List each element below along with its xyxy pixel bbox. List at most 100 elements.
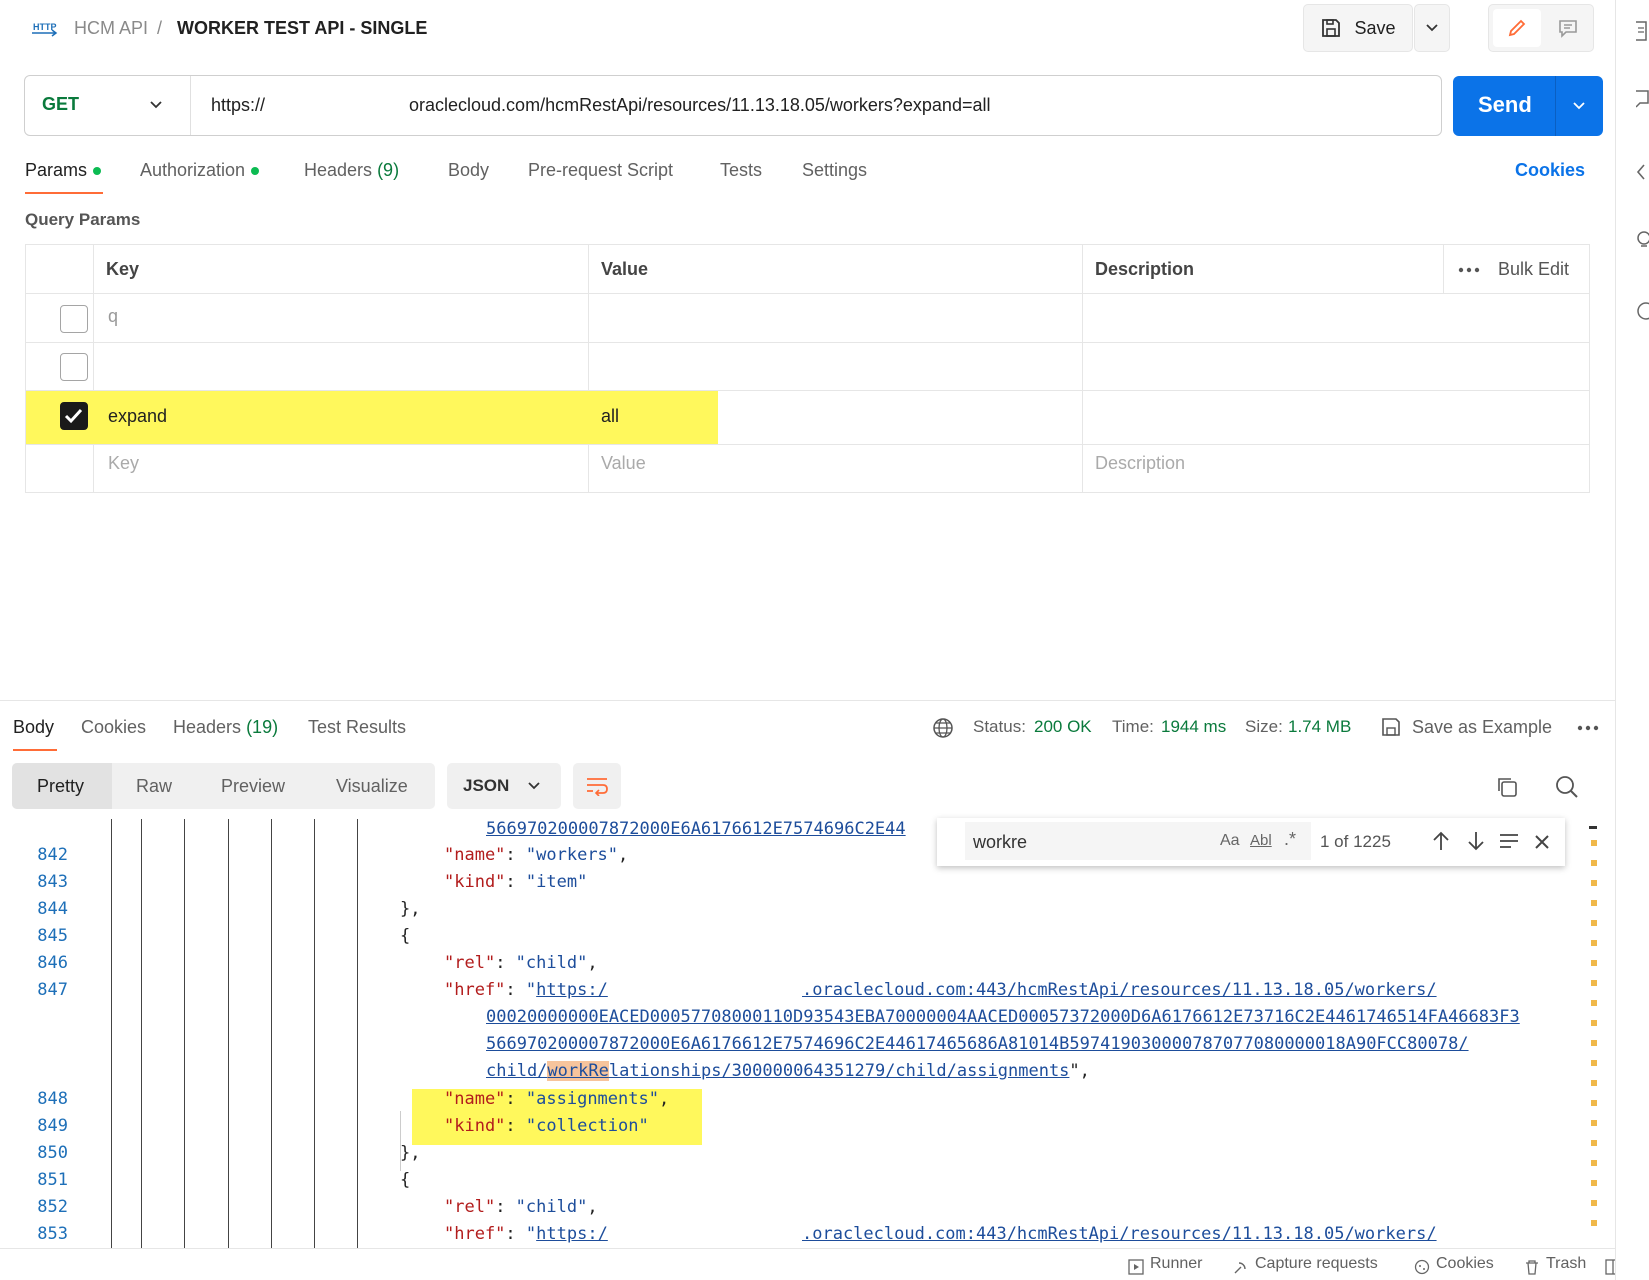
find-widget: workre Aa Abl .* 1 of 1225 <box>937 818 1565 866</box>
indent-guide <box>141 819 142 1249</box>
tab-body-label: Body <box>448 160 490 180</box>
bulk-edit-button[interactable]: Bulk Edit <box>1498 259 1569 280</box>
row-checkbox[interactable] <box>60 353 88 381</box>
copy-icon[interactable] <box>1495 775 1519 799</box>
capture-requests-button[interactable]: Capture requests <box>1255 1255 1378 1273</box>
cookies-link[interactable]: Cookies <box>1515 160 1585 181</box>
line-number: 850 <box>37 1143 68 1163</box>
more-options-icon[interactable] <box>1458 267 1480 273</box>
row-checkbox-checked[interactable] <box>60 402 88 430</box>
trash-icon <box>1524 1259 1540 1275</box>
tab-tests[interactable]: Tests <box>720 160 762 181</box>
whole-word-icon[interactable]: Abl <box>1250 832 1272 849</box>
tab-authorization[interactable]: Authorization <box>140 160 260 181</box>
indent-guide <box>357 819 358 1249</box>
time-value[interactable]: 1944 ms <box>1161 717 1226 737</box>
tab-pre-request-label: Pre-request Script <box>528 160 674 180</box>
tab-pre-request-script[interactable]: Pre-request Script <box>528 160 673 181</box>
code-line[interactable]: 566970200007872000E6A6176612E7574696C2E4… <box>486 1034 1469 1054</box>
code-line: "rel": "child", <box>444 1197 598 1217</box>
runner-button[interactable]: Runner <box>1150 1255 1202 1273</box>
response-tab-test-results[interactable]: Test Results <box>308 717 406 738</box>
param-key[interactable]: q <box>108 306 118 327</box>
tab-params[interactable]: Params <box>25 160 102 181</box>
view-raw[interactable]: Raw <box>136 763 172 809</box>
arrow-down-icon[interactable] <box>1466 830 1486 852</box>
code-line: "name": "assignments", <box>444 1089 670 1109</box>
response-tab-cookies[interactable]: Cookies <box>81 717 146 738</box>
match-case-icon[interactable]: Aa <box>1220 832 1240 850</box>
tab-headers[interactable]: Headers (9) <box>304 160 399 181</box>
more-options-icon[interactable] <box>1577 725 1599 731</box>
docs-icon[interactable] <box>1636 20 1649 42</box>
regex-icon[interactable]: .* <box>1284 829 1296 850</box>
close-icon[interactable] <box>1533 833 1551 851</box>
new-description-input[interactable]: Description <box>1095 453 1185 474</box>
edit-mode-button[interactable] <box>1493 9 1541 47</box>
send-label: Send <box>1478 92 1532 117</box>
indent-guide <box>271 819 272 1249</box>
page-title[interactable]: WORKER TEST API - SINGLE <box>177 18 427 39</box>
cookies-button[interactable]: Cookies <box>1436 1255 1494 1273</box>
code-editor[interactable]: 566970200007872000E6A6176612E7574696C2E4… <box>0 819 1615 1249</box>
line-number: 853 <box>37 1224 68 1244</box>
line-number: 843 <box>37 872 68 892</box>
line-number: 851 <box>37 1170 68 1190</box>
view-visualize[interactable]: Visualize <box>336 763 408 809</box>
save-icon <box>1380 716 1402 738</box>
query-params-title: Query Params <box>25 210 141 229</box>
param-value[interactable]: all <box>601 406 619 427</box>
send-button[interactable]: Send <box>1453 76 1603 136</box>
new-key-input[interactable]: Key <box>108 453 139 474</box>
format-select[interactable]: JSON <box>447 763 561 809</box>
line-number: 842 <box>37 845 68 865</box>
save-label: Save <box>1354 17 1396 38</box>
code-icon[interactable] <box>1636 162 1649 182</box>
app-window: HTTP HCM API / WORKER TEST API - SINGLE … <box>0 0 1649 1280</box>
param-key[interactable]: expand <box>108 406 167 427</box>
scrollbar-markers[interactable] <box>1589 826 1597 1236</box>
response-tab-headers[interactable]: Headers (19) <box>173 717 278 738</box>
search-icon[interactable] <box>1555 775 1579 799</box>
col-divider <box>93 245 94 492</box>
trash-button[interactable]: Trash <box>1546 1255 1586 1273</box>
globe-icon[interactable] <box>932 717 954 739</box>
code-line[interactable]: child/workRelationships/300000064351279/… <box>486 1061 1090 1081</box>
status-value[interactable]: 200 OK <box>1034 717 1092 737</box>
save-as-example-button[interactable]: Save as Example <box>1412 717 1552 738</box>
info-icon[interactable] <box>1636 300 1649 322</box>
code-line[interactable]: 00020000000EACED00057708000110D93543EBA7… <box>486 1007 1520 1027</box>
chevron-down-icon[interactable] <box>1572 101 1586 111</box>
code-line[interactable]: .oraclecloud.com:443/hcmRestApi/resource… <box>802 980 1437 1000</box>
method-select[interactable]: GET <box>25 76 191 135</box>
find-in-selection-icon[interactable] <box>1498 832 1520 850</box>
url-input[interactable]: oraclecloud.com/hcmRestApi/resources/11.… <box>409 95 990 116</box>
url-input-prefix[interactable]: https:// <box>211 95 265 116</box>
find-query: workre <box>973 832 1028 852</box>
wrap-lines-button[interactable] <box>573 763 621 809</box>
arrow-up-icon[interactable] <box>1431 830 1451 852</box>
save-options-button[interactable] <box>1414 4 1450 52</box>
code-line: }, <box>400 1143 421 1163</box>
row-checkbox[interactable] <box>60 305 88 333</box>
row-divider <box>26 293 1589 294</box>
save-button[interactable]: Save <box>1303 4 1413 52</box>
code-line[interactable]: .oraclecloud.com:443/hcmRestApi/resource… <box>802 1224 1437 1244</box>
view-pretty[interactable]: Pretty <box>37 763 84 809</box>
tab-body[interactable]: Body <box>448 160 489 181</box>
comments-icon[interactable] <box>1636 88 1649 110</box>
row-divider <box>26 444 1589 445</box>
tab-settings[interactable]: Settings <box>802 160 867 181</box>
response-tab-body[interactable]: Body <box>13 717 54 738</box>
line-number: 848 <box>37 1089 68 1109</box>
size-value[interactable]: 1.74 MB <box>1288 717 1351 737</box>
comment-mode-button[interactable] <box>1545 9 1591 47</box>
request-header: HTTP HCM API / WORKER TEST API - SINGLE … <box>0 0 1615 58</box>
find-input[interactable]: workre Aa Abl .* <box>965 822 1311 860</box>
line-number: 847 <box>37 980 68 1000</box>
view-preview[interactable]: Preview <box>221 763 285 809</box>
breadcrumb-collection[interactable]: HCM API <box>74 18 148 39</box>
active-tab-underline <box>13 749 57 751</box>
lightbulb-icon[interactable] <box>1636 230 1649 252</box>
new-value-input[interactable]: Value <box>601 453 646 474</box>
